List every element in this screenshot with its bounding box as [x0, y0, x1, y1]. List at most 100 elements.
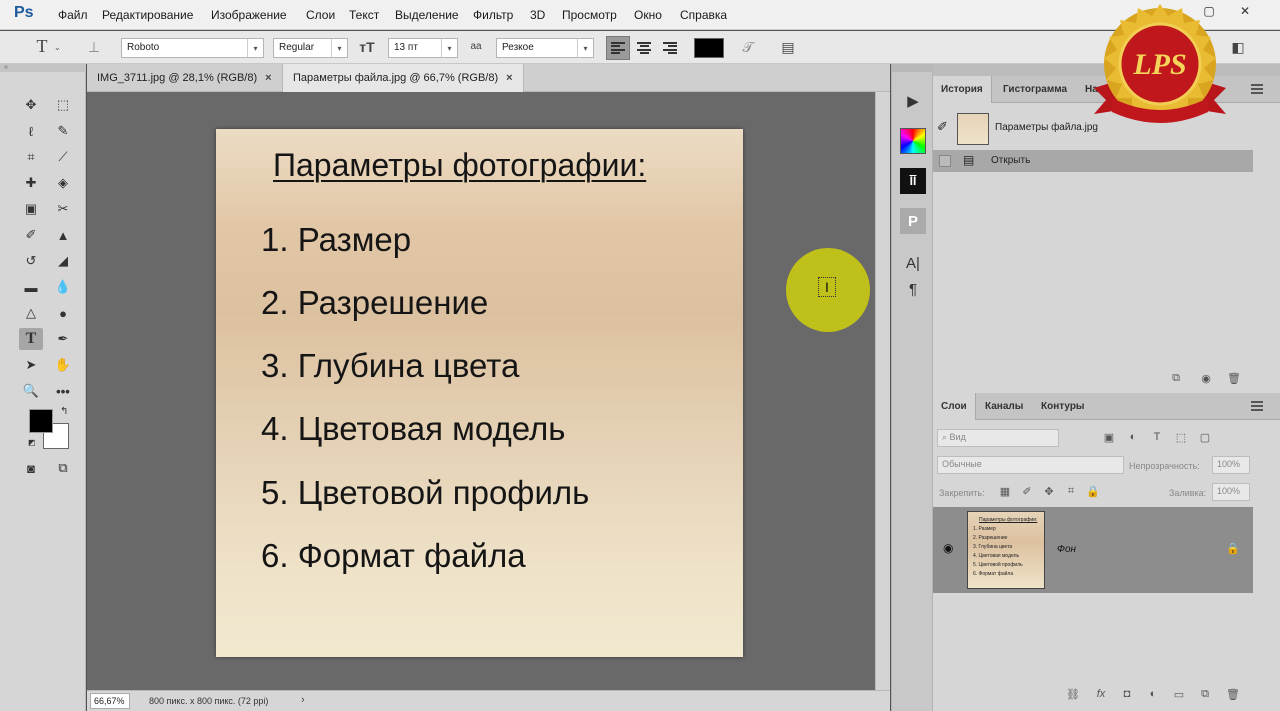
checkbox[interactable]	[939, 155, 951, 167]
character-panel-icon[interactable]: ▤	[778, 39, 798, 56]
panel-menu-icon[interactable]	[1251, 401, 1263, 411]
plugin-icon[interactable]: ĪĪ	[900, 168, 926, 194]
menu-filter[interactable]: Фильтр	[473, 8, 513, 22]
lasso-tool-icon[interactable]: ℓ	[19, 120, 43, 142]
history-brush-tool-icon[interactable]: ↺	[19, 250, 43, 272]
text-color-swatch[interactable]	[694, 38, 724, 58]
type-tool-preset-icon[interactable]: T	[32, 36, 52, 57]
content-move-tool-icon[interactable]: ✂	[51, 198, 75, 220]
menu-edit[interactable]: Редактирование	[102, 8, 193, 22]
menu-type[interactable]: Текст	[349, 8, 379, 22]
quick-mask-icon[interactable]: ◙	[19, 457, 43, 479]
path-selection-tool-icon[interactable]: ➤	[19, 354, 43, 376]
zoom-tool-icon[interactable]: 🔍	[19, 380, 43, 402]
pixel-filter-icon[interactable]: ▣	[1101, 431, 1117, 444]
trash-icon[interactable]: 🗑	[1226, 372, 1242, 385]
menu-image[interactable]: Изображение	[211, 8, 287, 22]
screen-mode-icon[interactable]: ⧉	[51, 457, 75, 479]
blend-mode-select[interactable]: Обычные	[937, 456, 1124, 474]
menu-3d[interactable]: 3D	[530, 8, 545, 22]
panel-menu-icon[interactable]	[1251, 84, 1263, 94]
menu-help[interactable]: Справка	[680, 8, 727, 22]
tab-channels[interactable]: Каналы	[977, 393, 1031, 420]
default-colors-icon[interactable]: ◩	[28, 438, 36, 447]
chevron-right-icon[interactable]: ›	[301, 694, 305, 706]
eye-icon[interactable]: ◉	[943, 541, 953, 555]
trash-icon[interactable]: 🗑	[1225, 688, 1241, 701]
clone-stamp-tool-icon[interactable]: ▲	[51, 224, 75, 246]
lock-all-icon[interactable]: 🔒	[1085, 485, 1101, 498]
menu-select[interactable]: Выделение	[395, 8, 459, 22]
tab-img-3711[interactable]: IMG_3711.jpg @ 28,1% (RGB/8) ×	[87, 64, 282, 92]
close-icon[interactable]: ×	[506, 72, 512, 84]
marquee-tool-icon[interactable]: ⬚	[51, 94, 75, 116]
tab-histogram[interactable]: Гистограмма	[995, 76, 1075, 103]
text-orientation-icon[interactable]: ⊥	[84, 39, 104, 56]
new-document-from-state-icon[interactable]: ⧉	[1168, 372, 1184, 385]
history-brush-source-icon[interactable]: ✐	[937, 119, 948, 135]
layer-filter-select[interactable]: ⌕ Вид	[937, 429, 1059, 447]
menu-window[interactable]: Окно	[634, 8, 662, 22]
actions-play-icon[interactable]: ▶	[900, 88, 926, 114]
link-layers-icon[interactable]: ⛓	[1065, 688, 1081, 701]
paragraph-icon[interactable]: ¶	[900, 276, 926, 302]
layer-name[interactable]: Фон	[1057, 544, 1076, 555]
align-right-button[interactable]	[658, 36, 682, 60]
toolbar-collapse-icon[interactable]: «	[0, 64, 86, 72]
patch-tool-icon[interactable]: ◈	[51, 172, 75, 194]
tab-history[interactable]: История	[933, 76, 992, 103]
hand-tool-icon[interactable]: ✋	[51, 354, 75, 376]
eyedropper-tool-icon[interactable]: ⟋	[51, 146, 75, 168]
font-size-select[interactable]: 13 пт ▾	[388, 38, 458, 58]
antialias-select[interactable]: Резкое ▾	[496, 38, 594, 58]
history-state[interactable]: ▤ Открыть	[933, 150, 1253, 172]
frame-tool-icon[interactable]: ▣	[19, 198, 43, 220]
opacity-field[interactable]: 100%	[1212, 456, 1250, 474]
more-tools-icon[interactable]: •••	[51, 380, 75, 402]
chevron-down-icon[interactable]: ⌄	[54, 43, 61, 52]
close-window-button[interactable]: ✕	[1228, 0, 1262, 22]
align-center-button[interactable]	[632, 36, 656, 60]
align-left-button[interactable]	[606, 36, 630, 60]
dodge-tool-icon[interactable]: ●	[51, 302, 75, 324]
camera-icon[interactable]: ◉	[1198, 372, 1214, 385]
pen-tool-icon[interactable]: ✒	[51, 328, 75, 350]
menu-view[interactable]: Просмотр	[562, 8, 617, 22]
triangle-tool-icon[interactable]: △	[19, 302, 43, 324]
type-tool-icon[interactable]: T	[19, 328, 43, 350]
smart-object-filter-icon[interactable]: ▢	[1197, 431, 1213, 444]
swap-colors-icon[interactable]: ↰	[60, 406, 68, 417]
zoom-field[interactable]: 66,67%	[90, 693, 130, 709]
blend-mode-field[interactable]: Обычные	[937, 456, 1124, 474]
fill-field[interactable]: 100%	[1212, 483, 1250, 501]
lock-position-icon[interactable]: ✥	[1041, 485, 1057, 498]
fx-icon[interactable]: fx	[1093, 688, 1109, 700]
plugin-p-icon[interactable]: P	[900, 208, 926, 234]
vertical-scrollbar[interactable]	[875, 92, 890, 690]
move-tool-icon[interactable]: ✥	[19, 94, 43, 116]
eraser-tool-icon[interactable]: ◢	[51, 250, 75, 272]
document-image[interactable]: Параметры фотографии: 1. Размер 2. Разре…	[216, 129, 743, 657]
character-icon[interactable]: A|	[900, 250, 926, 276]
shape-filter-icon[interactable]: ⬚	[1173, 431, 1189, 444]
foreground-color-swatch[interactable]	[29, 409, 53, 433]
tab-paths[interactable]: Контуры	[1033, 393, 1092, 420]
folder-icon[interactable]: ▭	[1171, 688, 1187, 701]
adjustment-layer-icon[interactable]: ◐	[1145, 688, 1161, 700]
tab-layers[interactable]: Слои	[933, 393, 976, 420]
gradient-tool-icon[interactable]: ▬	[19, 276, 43, 298]
add-mask-icon[interactable]: ◘	[1119, 688, 1135, 700]
menu-file[interactable]: Файл	[58, 8, 88, 22]
lock-transparent-icon[interactable]: ▦	[997, 485, 1013, 498]
font-family-select[interactable]: Roboto ▾	[121, 38, 264, 58]
lock-artboard-icon[interactable]: ⌗	[1063, 485, 1079, 498]
workspace-icon[interactable]: ◧	[1228, 39, 1248, 56]
new-layer-icon[interactable]: ⧉	[1197, 688, 1213, 701]
healing-brush-tool-icon[interactable]: ✚	[19, 172, 43, 194]
layer-filter-field[interactable]: ⌕ Вид	[937, 429, 1059, 447]
quick-select-tool-icon[interactable]: ✎	[51, 120, 75, 142]
lock-pixels-icon[interactable]: ✐	[1019, 485, 1035, 498]
type-filter-icon[interactable]: T	[1149, 431, 1165, 443]
layer-row[interactable]: ◉ Параметры фотографии: 1. Размер 2. Раз…	[933, 507, 1253, 593]
swatches-icon[interactable]	[900, 128, 926, 154]
